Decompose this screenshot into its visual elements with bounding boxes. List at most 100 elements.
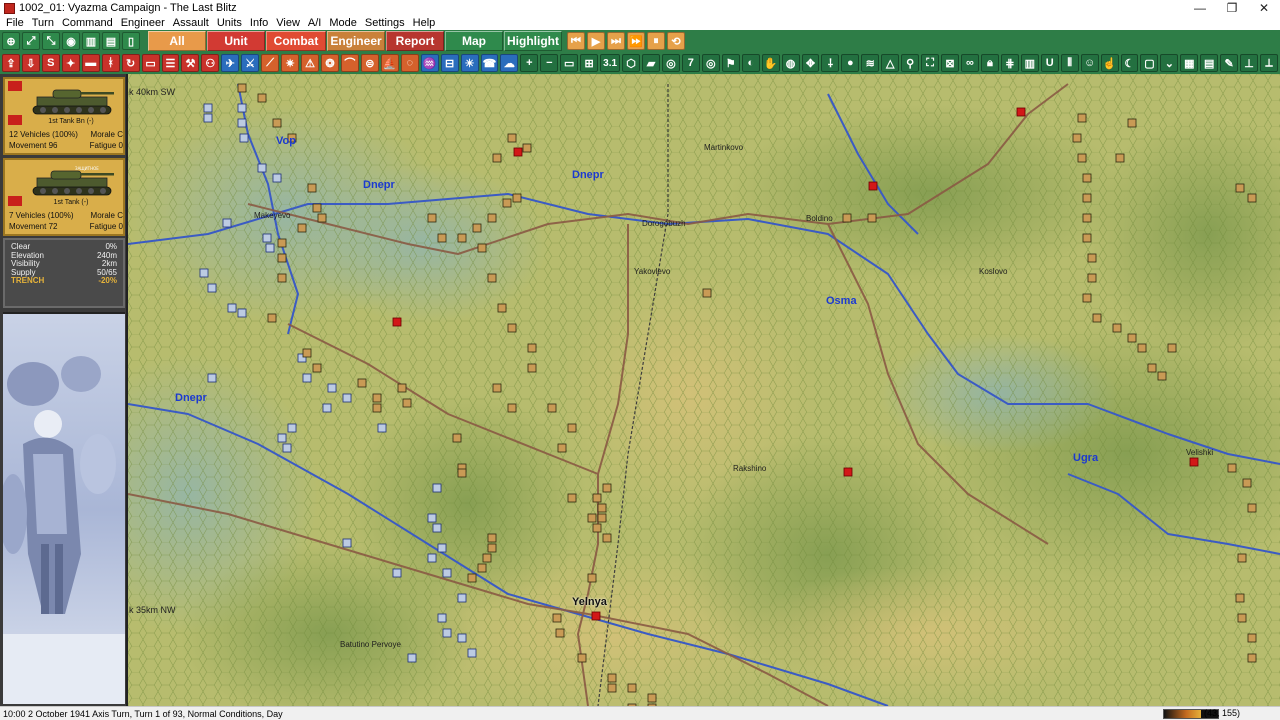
pen-icon[interactable]: ✎ (1220, 54, 1239, 72)
axis-unit-counter[interactable] (207, 283, 217, 293)
supply-icon[interactable]: S (41, 54, 60, 72)
menu-info[interactable]: Info (246, 17, 272, 29)
save-icon[interactable]: ▤ (102, 32, 120, 50)
axis-unit-counter[interactable] (199, 268, 209, 278)
soviet-unit-counter[interactable] (627, 683, 637, 693)
soviet-unit-counter[interactable] (587, 513, 597, 523)
soviet-unit-counter[interactable] (547, 403, 557, 413)
soviet-unit-counter[interactable] (1137, 343, 1147, 353)
list-icon[interactable]: ☰ (161, 54, 180, 72)
soviet-unit-counter[interactable] (492, 383, 502, 393)
warning-icon[interactable]: ⚠ (301, 54, 319, 72)
soviet-unit-counter[interactable] (512, 193, 522, 203)
soviet-unit-counter[interactable] (555, 628, 565, 638)
soviet-unit-counter[interactable] (467, 573, 477, 583)
objective-marker[interactable] (868, 181, 878, 191)
zoom-level[interactable]: 3.1 (600, 54, 621, 72)
rewind-icon[interactable]: ⏮ (567, 32, 585, 50)
stack-icon[interactable]: ≋ (861, 54, 880, 72)
target-icon[interactable]: ◎ (701, 54, 720, 72)
flag-icon[interactable]: ⚑ (721, 54, 740, 72)
game-map[interactable]: k 40km SW k 35km NW Vop Dnepr Dnepr Dnep… (128, 74, 1280, 706)
grid-icon[interactable]: ⊞ (580, 54, 599, 72)
cloud-icon[interactable]: ☁ (500, 54, 519, 72)
face-icon[interactable]: ☺ (1080, 54, 1099, 72)
soviet-unit-counter[interactable] (507, 403, 517, 413)
fortify-icon[interactable]: ❂ (321, 54, 339, 72)
eye-icon[interactable]: ◉ (62, 32, 80, 50)
axis-unit-counter[interactable] (237, 118, 247, 128)
axis-unit-counter[interactable] (239, 133, 249, 143)
glasses-icon[interactable]: ∞ (961, 54, 979, 72)
phone-icon[interactable]: ▯ (122, 32, 140, 50)
soviet-unit-counter[interactable] (402, 398, 412, 408)
soviet-unit-counter[interactable] (452, 433, 462, 443)
soviet-unit-counter[interactable] (427, 213, 437, 223)
panel-icon[interactable]: ▦ (1180, 54, 1199, 72)
soviet-unit-counter[interactable] (257, 93, 267, 103)
clear-icon[interactable]: ◌ (400, 54, 419, 72)
axis-unit-counter[interactable] (222, 218, 232, 228)
barrier-icon[interactable]: ⋕ (1000, 54, 1019, 72)
objective-marker[interactable] (1189, 457, 1199, 467)
tab-map[interactable]: Map (445, 31, 503, 51)
pause-icon[interactable]: ⏸ (647, 32, 665, 50)
crosshair-icon[interactable]: ⊕ (2, 32, 20, 50)
soviet-unit-counter[interactable] (567, 493, 577, 503)
soviet-unit-counter[interactable] (492, 153, 502, 163)
tab-all[interactable]: All (148, 31, 206, 51)
soviet-unit-counter[interactable] (1242, 478, 1252, 488)
unit-card[interactable]: ЗАЩИТНОЕ 1st Tank (-) 7 Vehicles (100%) … (3, 158, 125, 236)
axis-unit-counter[interactable] (427, 513, 437, 523)
soviet-unit-counter[interactable] (1237, 613, 1247, 623)
soviet-unit-counter[interactable] (307, 183, 317, 193)
lamp-icon[interactable]: ☀ (460, 54, 479, 72)
soviet-unit-counter[interactable] (312, 363, 322, 373)
axis-unit-counter[interactable] (377, 423, 387, 433)
soviet-unit-counter[interactable] (1237, 553, 1247, 563)
soviet-unit-counter[interactable] (702, 288, 712, 298)
upload-icon[interactable]: ⇪ (2, 54, 20, 72)
soviet-unit-counter[interactable] (1157, 371, 1167, 381)
axis-unit-counter[interactable] (427, 553, 437, 563)
contrast-icon[interactable]: ◐ (741, 54, 760, 72)
axis-unit-counter[interactable] (442, 628, 452, 638)
soviet-unit-counter[interactable] (527, 343, 537, 353)
soviet-unit-counter[interactable] (1227, 463, 1237, 473)
axis-unit-counter[interactable] (432, 523, 442, 533)
axis-unit-counter[interactable] (342, 538, 352, 548)
axis-unit-counter[interactable] (322, 403, 332, 413)
soviet-unit-counter[interactable] (277, 238, 287, 248)
soviet-unit-counter[interactable] (552, 613, 562, 623)
crescent-icon[interactable]: ☾ (1120, 54, 1139, 72)
restore-button[interactable]: ❐ (1216, 0, 1248, 16)
telephone-icon[interactable]: ☎ (480, 54, 499, 72)
soviet-unit-counter[interactable] (477, 243, 487, 253)
wrench-icon[interactable]: ⚒ (181, 54, 200, 72)
soviet-unit-counter[interactable] (497, 303, 507, 313)
transport-icon[interactable]: ▬ (81, 54, 100, 72)
menu-turn[interactable]: Turn (28, 17, 58, 29)
soviet-unit-counter[interactable] (607, 683, 617, 693)
square-u-icon[interactable]: U (1040, 54, 1059, 72)
soviet-unit-counter[interactable] (487, 533, 497, 543)
expand-icon[interactable]: ⤢ (22, 32, 40, 50)
soviet-unit-counter[interactable] (1087, 273, 1097, 283)
axis-unit-counter[interactable] (467, 648, 477, 658)
binoculars-icon[interactable]: ⚇ (201, 54, 220, 72)
menu-command[interactable]: Command (58, 17, 117, 29)
monitor-icon[interactable]: ▭ (560, 54, 579, 72)
soviet-unit-counter[interactable] (472, 223, 482, 233)
step-forward-icon[interactable]: ⏭ (607, 32, 625, 50)
soviet-unit-counter[interactable] (457, 468, 467, 478)
menu-units[interactable]: Units (213, 17, 246, 29)
infantry-icon[interactable]: ᚼ (101, 54, 120, 72)
axis-unit-counter[interactable] (262, 233, 272, 243)
tab-report[interactable]: Report (386, 31, 444, 51)
seven-label[interactable]: 7 (681, 54, 700, 72)
axis-unit-counter[interactable] (277, 433, 287, 443)
axis-unit-counter[interactable] (257, 163, 267, 173)
soviet-unit-counter[interactable] (237, 83, 247, 93)
soviet-unit-counter[interactable] (482, 553, 492, 563)
objective-marker[interactable] (392, 317, 402, 327)
